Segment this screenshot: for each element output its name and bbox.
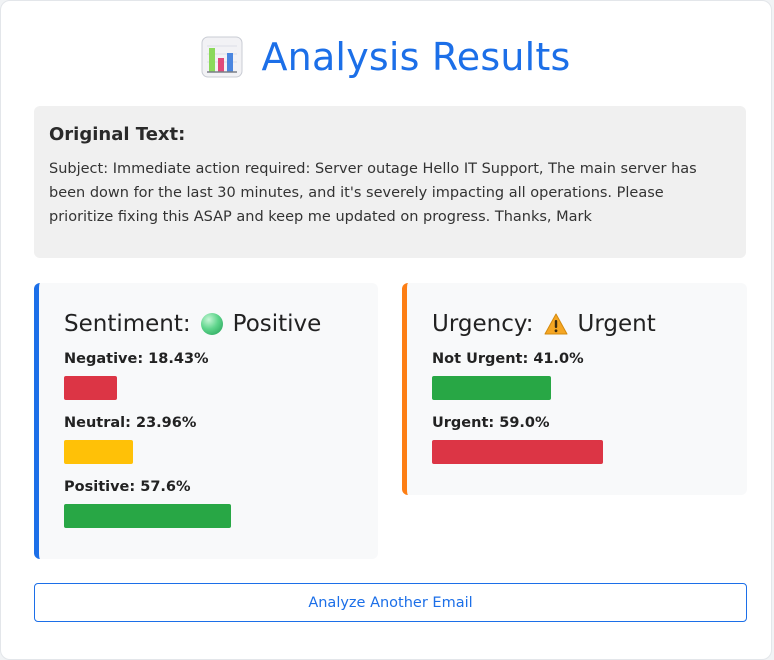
urgency-bars: Not Urgent: 41.0% Urgent: 59.0% — [432, 351, 722, 464]
page-title-text: Analysis Results — [261, 35, 571, 79]
positive-label: Positive: 57.6% — [64, 479, 191, 495]
negative-bar — [64, 376, 118, 400]
results-card: Analysis Results Original Text: Subject:… — [0, 0, 772, 660]
sentiment-heading-label: Sentiment: — [64, 311, 191, 337]
page-title: Analysis Results — [1, 35, 771, 79]
bar-chart-icon — [201, 36, 243, 78]
sentiment-result: Positive — [232, 311, 322, 337]
negative-label: Negative: 18.43% — [64, 351, 209, 367]
warning-icon — [544, 313, 568, 335]
neutral-label: Neutral: 23.96% — [64, 415, 197, 431]
sentiment-panel: Sentiment: Positive Negative: 18.43% Neu… — [34, 283, 378, 559]
original-text-body: Subject: Immediate action required: Serv… — [49, 161, 697, 225]
urgent-bar — [432, 440, 604, 464]
urgency-heading: Urgency: Urgent — [432, 309, 722, 339]
not-urgent-label: Not Urgent: 41.0% — [432, 351, 584, 367]
original-text-heading: Original Text: — [49, 124, 186, 145]
sentiment-heading: Sentiment: Positive — [64, 309, 353, 339]
urgency-heading-label: Urgency: — [432, 311, 534, 337]
positive-bar — [64, 504, 232, 528]
not-urgent-bar — [432, 376, 551, 400]
neutral-bar — [64, 440, 134, 464]
original-text-box: Original Text: Subject: Immediate action… — [34, 106, 746, 258]
green-circle-icon — [200, 313, 223, 335]
urgent-label: Urgent: 59.0% — [432, 415, 550, 431]
sentiment-bars: Negative: 18.43% Neutral: 23.96% Positiv… — [64, 351, 353, 528]
analyze-another-email-button[interactable]: Analyze Another Email — [34, 583, 747, 622]
urgency-panel: Urgency: Urgent Not Urgent: 41.0% Urgent… — [402, 283, 747, 495]
urgency-result: Urgent — [577, 311, 656, 337]
